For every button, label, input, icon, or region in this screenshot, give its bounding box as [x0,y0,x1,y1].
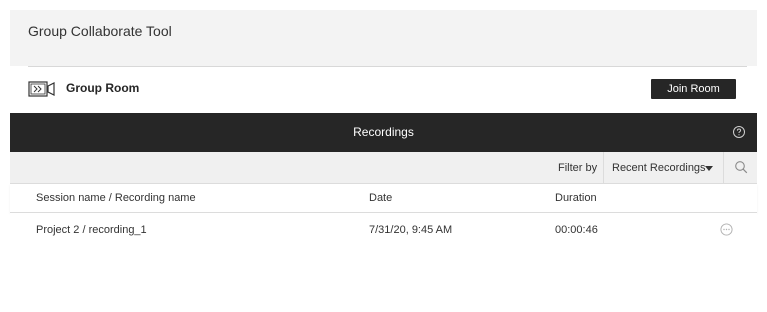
recordings-bar: Recordings [10,113,757,152]
recordings-filter-select[interactable]: Recent Recordings [603,152,724,183]
collaborate-page: Group Collaborate Tool Group Room Join R… [0,0,767,312]
column-header-name[interactable]: Session name / Recording name [36,192,196,204]
join-room-button[interactable]: Join Room [651,79,736,99]
video-camera-icon [28,81,55,97]
column-header-date[interactable]: Date [369,192,392,204]
more-options-icon[interactable] [720,223,733,236]
help-icon[interactable] [732,125,746,139]
table-row[interactable]: Project 2 / recording_1 7/31/20, 9:45 AM… [10,213,757,247]
room-bar: Group Room Join Room [18,67,757,112]
search-icon[interactable] [734,160,748,174]
filter-bar: Filter by Recent Recordings [10,152,757,184]
recording-name[interactable]: Project 2 / recording_1 [36,224,147,236]
tool-header: Group Collaborate Tool [10,10,757,66]
table-header: Session name / Recording name Date Durat… [10,184,757,213]
tool-title: Group Collaborate Tool [28,23,172,39]
room-name: Group Room [66,81,140,95]
filter-label: Filter by [558,162,598,174]
filter-selected-value: Recent Recordings [612,162,706,174]
caret-down-icon [705,166,713,171]
recording-duration: 00:00:46 [555,224,598,236]
recordings-title: Recordings [353,125,414,139]
column-header-duration[interactable]: Duration [555,192,597,204]
recording-date: 7/31/20, 9:45 AM [369,224,453,236]
